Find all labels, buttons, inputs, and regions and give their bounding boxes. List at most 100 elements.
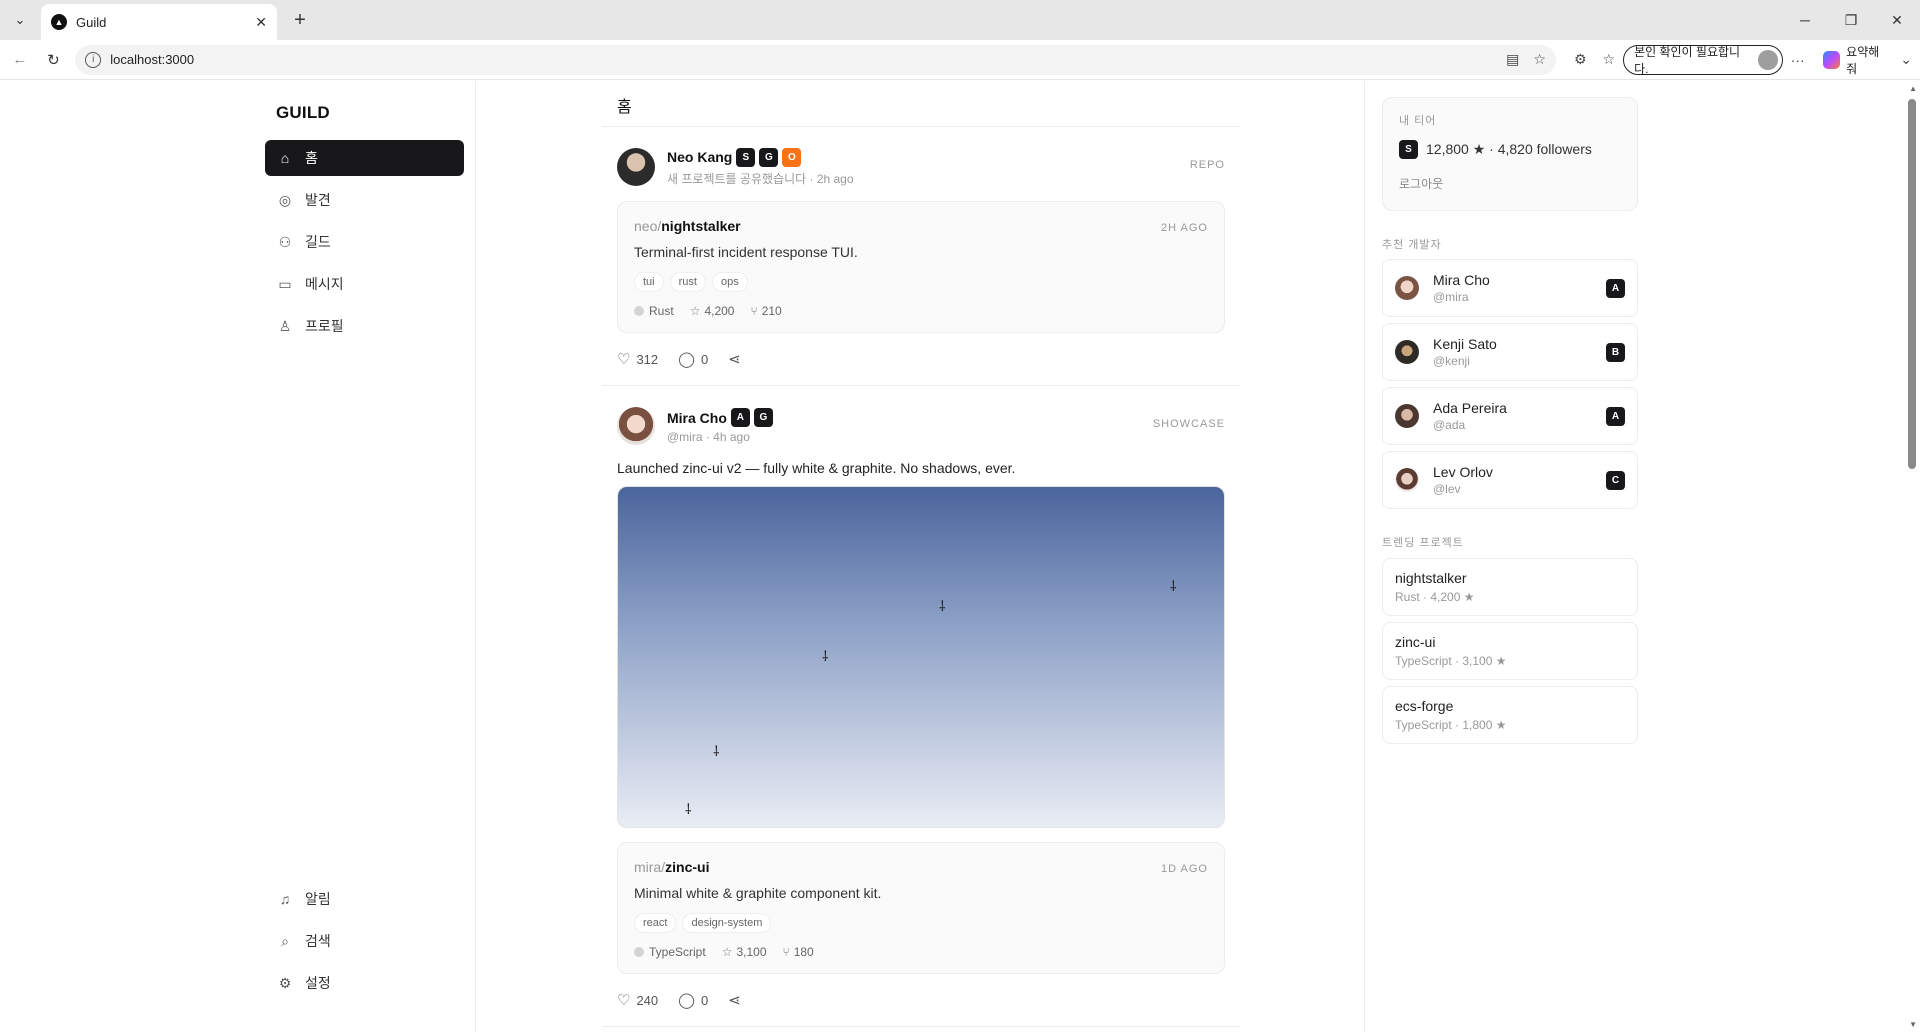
close-tab-icon[interactable]: ✕ bbox=[255, 14, 267, 31]
tag[interactable]: ops bbox=[711, 272, 748, 292]
repo-title[interactable]: mira/zinc-ui bbox=[634, 859, 1208, 875]
guild-badge: G bbox=[753, 408, 773, 427]
feed: 홈 Neo Kang S G O 새 프로젝트를 공유했습니다 · 2h ago… bbox=[602, 81, 1240, 1027]
bird-silhouette: ⸸ bbox=[939, 598, 946, 614]
post-meta: 새 프로젝트를 공유했습니다 · 2h ago bbox=[667, 171, 854, 186]
scroll-up-icon[interactable]: ▲ bbox=[1909, 84, 1917, 93]
extensions-icon[interactable]: ⚙ bbox=[1574, 51, 1587, 68]
comment-button[interactable]: ◯ 0 bbox=[678, 350, 708, 368]
tag[interactable]: react bbox=[634, 913, 677, 933]
post-image[interactable]: ⸸ ⸸ ⸸ ⸸ ⸸ bbox=[617, 486, 1225, 828]
tier-badge: A bbox=[1606, 279, 1625, 298]
close-window-icon[interactable]: ✕ bbox=[1874, 0, 1920, 40]
tab-title: Guild bbox=[76, 14, 107, 30]
site-info-icon[interactable]: i bbox=[85, 51, 102, 68]
dev-handle: @lev bbox=[1433, 482, 1461, 496]
favorite-star-icon[interactable]: ☆ bbox=[1533, 51, 1546, 68]
dev-item[interactable]: Ada Pereira @ada A bbox=[1382, 387, 1638, 445]
bird-silhouette: ⸸ bbox=[685, 801, 692, 817]
post-kind-label: REPO bbox=[1189, 159, 1225, 171]
avatar[interactable] bbox=[617, 148, 655, 186]
post-header: Neo Kang S G O 새 프로젝트를 공유했습니다 · 2h ago R… bbox=[617, 147, 1225, 187]
nav-item-settings[interactable]: ⚙ 설정 bbox=[265, 965, 464, 1001]
nav-item-profile[interactable]: ♙ 프로필 bbox=[265, 308, 464, 344]
repo-forks: 180 bbox=[793, 945, 814, 959]
nav-label: 프로필 bbox=[305, 318, 344, 334]
nav-item-home[interactable]: ⌂ 홈 bbox=[265, 140, 464, 176]
nav-label: 길드 bbox=[305, 234, 331, 250]
share-button[interactable]: ⋖ bbox=[728, 991, 747, 1009]
dev-item[interactable]: Kenji Sato @kenji B bbox=[1382, 323, 1638, 381]
tier-badge: S bbox=[736, 147, 756, 167]
comment-icon: ◯ bbox=[678, 351, 695, 368]
more-menu-icon[interactable]: ··· bbox=[1791, 52, 1805, 68]
copilot-logo-icon bbox=[1822, 50, 1841, 69]
new-tab-icon[interactable]: + bbox=[285, 5, 315, 35]
minimize-icon[interactable]: ─ bbox=[1782, 0, 1828, 40]
dev-item[interactable]: Mira Cho @mira A bbox=[1382, 259, 1638, 317]
post-actions: ♡ 312 ◯ 0 ⋖ bbox=[617, 333, 1225, 385]
dev-item[interactable]: Lev Orlov @lev C bbox=[1382, 451, 1638, 509]
comment-count: 0 bbox=[700, 351, 709, 367]
tab-list-chevron-icon[interactable]: ⌄ bbox=[5, 5, 35, 35]
left-navigation: GUILD ⌂ 홈 ◎ 발견 ⚇ 길드 ▭ 메시지 ♙ 프로필 ♫ 알림 ⌕ 검… bbox=[0, 81, 476, 1032]
repo-stars: 3,100 bbox=[736, 945, 767, 959]
author-name[interactable]: Mira Cho bbox=[667, 410, 727, 426]
copilot-label: 요약해 줘 bbox=[1846, 44, 1880, 76]
share-button[interactable]: ⋖ bbox=[728, 350, 747, 368]
repo-title[interactable]: neo/nightstalker bbox=[634, 218, 1208, 234]
reader-mode-icon[interactable]: ▤ bbox=[1506, 51, 1519, 68]
project-meta: TypeScript · 1,800 ★ bbox=[1395, 718, 1507, 732]
page-scrollbar[interactable]: ▲ ▼ bbox=[1904, 81, 1920, 1032]
url-text: localhost:3000 bbox=[110, 52, 195, 67]
nav-item-discover[interactable]: ◎ 발견 bbox=[265, 182, 464, 218]
restore-icon[interactable]: ❐ bbox=[1828, 0, 1874, 40]
post-text: Launched zinc-ui v2 — fully white & grap… bbox=[617, 460, 1016, 476]
brand-logo[interactable]: GUILD bbox=[276, 103, 330, 123]
scroll-down-icon[interactable]: ▼ bbox=[1909, 1020, 1917, 1029]
trending-item[interactable]: ecs-forge TypeScript · 1,800 ★ bbox=[1382, 686, 1638, 744]
dev-name: Ada Pereira bbox=[1433, 400, 1507, 416]
gear-icon: ⚙ bbox=[278, 974, 292, 991]
author-name[interactable]: Neo Kang bbox=[667, 149, 732, 165]
trending-item[interactable]: zinc-ui TypeScript · 3,100 ★ bbox=[1382, 622, 1638, 680]
tier-summary: 12,800 ★ · 4,820 followers bbox=[1426, 141, 1592, 157]
favorites-list-icon[interactable]: ☆ bbox=[1603, 51, 1616, 68]
browser-tab[interactable]: ▲ Guild ✕ bbox=[41, 4, 277, 40]
scrollbar-thumb[interactable] bbox=[1908, 99, 1916, 469]
copilot-summarize-button[interactable]: 요약해 줘 ⌄ bbox=[1822, 43, 1920, 77]
url-field[interactable]: i localhost:3000 ▤ ☆ bbox=[75, 44, 1556, 75]
nav-item-messages[interactable]: ▭ 메시지 bbox=[265, 266, 464, 302]
repo-forks: 210 bbox=[761, 304, 782, 318]
dev-name: Lev Orlov bbox=[1433, 464, 1493, 480]
back-icon[interactable]: ← bbox=[6, 46, 34, 74]
like-button[interactable]: ♡ 240 bbox=[617, 991, 658, 1009]
profile-verify-button[interactable]: 본인 확인이 필요합니다. bbox=[1623, 44, 1783, 76]
nav-item-notifications[interactable]: ♫ 알림 bbox=[265, 881, 464, 917]
trending-item[interactable]: nightstalker Rust · 4,200 ★ bbox=[1382, 558, 1638, 616]
post-header: Mira Cho A G @mira · 4h ago SHOWCASE bbox=[617, 406, 1225, 446]
browser-addressbar: ← ↻ i localhost:3000 ▤ ☆ ⚙ ☆ 본인 확인이 필요합니… bbox=[0, 40, 1920, 80]
repo-card[interactable]: mira/zinc-ui 1D AGO Minimal white & grap… bbox=[617, 842, 1225, 974]
search-icon: ⌕ bbox=[281, 932, 289, 949]
nav-label: 설정 bbox=[305, 975, 331, 991]
comment-button[interactable]: ◯ 0 bbox=[678, 991, 708, 1009]
nav-item-search[interactable]: ⌕ 검색 bbox=[265, 923, 464, 959]
like-button[interactable]: ♡ 312 bbox=[617, 350, 658, 368]
avatar[interactable] bbox=[617, 407, 655, 445]
nav-label: 검색 bbox=[305, 933, 331, 949]
reload-icon[interactable]: ↻ bbox=[40, 46, 68, 74]
tag[interactable]: design-system bbox=[682, 913, 772, 933]
tag[interactable]: rust bbox=[669, 272, 706, 292]
open-source-badge: O bbox=[782, 147, 802, 167]
nav-item-guild[interactable]: ⚇ 길드 bbox=[265, 224, 464, 260]
tier-badge: A bbox=[1606, 407, 1625, 426]
home-icon: ⌂ bbox=[280, 150, 290, 166]
share-icon: ⋖ bbox=[728, 992, 741, 1009]
tag[interactable]: tui bbox=[634, 272, 664, 292]
logout-link[interactable]: 로그아웃 bbox=[1399, 175, 1621, 192]
repo-card[interactable]: neo/nightstalker 2H AGO Terminal-first i… bbox=[617, 201, 1225, 333]
chevron-down-icon[interactable]: ⌄ bbox=[1900, 51, 1912, 68]
trending-projects-label: 트렌딩 프로젝트 bbox=[1382, 537, 1464, 549]
tier-badge: B bbox=[1606, 343, 1625, 362]
